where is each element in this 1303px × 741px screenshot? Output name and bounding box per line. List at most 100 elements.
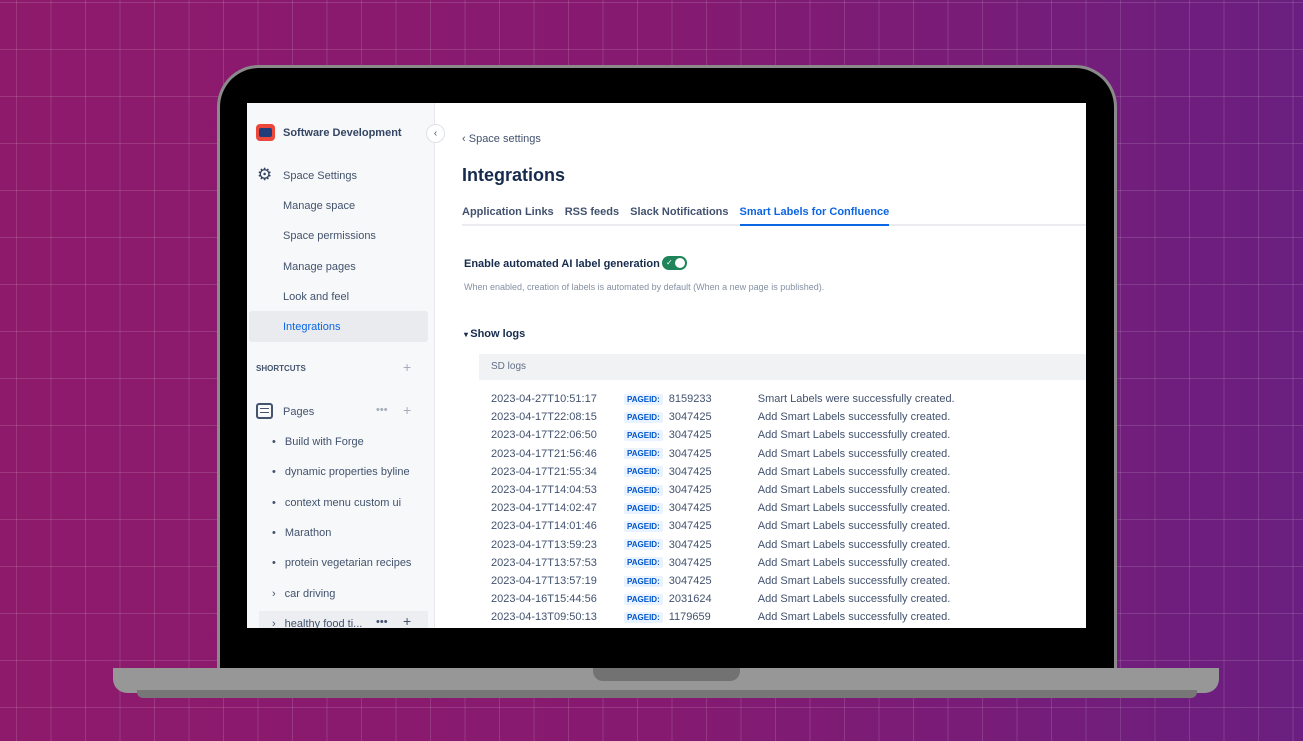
collapse-sidebar-button[interactable]: ‹ (426, 124, 445, 143)
log-row: 2023-04-17T22:06:50 PAGEID: 3047425 Add Sma… (491, 426, 950, 444)
page-tree-item[interactable]: • Marathon (272, 527, 331, 539)
space-settings-link[interactable]: Space Settings (283, 170, 357, 182)
log-message: Add Smart Labels successfully created. (757, 411, 951, 424)
page-tree-item[interactable]: • context menu custom ui (272, 497, 401, 509)
pages-link[interactable]: Pages (283, 406, 314, 418)
log-page-id: 3047425 (668, 484, 712, 496)
pageid-badge: PAGEID: (624, 593, 663, 605)
log-message: Smart Labels were successfully created. (757, 393, 955, 405)
log-timestamp: 2023-04-17T21:55:34 (491, 465, 597, 478)
breadcrumb-label: Space settings (468, 133, 541, 145)
log-message: Add Smart Labels successfully created. (757, 465, 951, 478)
sidebar-item-manage-pages[interactable]: Manage pages (283, 261, 356, 273)
log-message: Add Smart Labels successfully created. (757, 538, 951, 551)
screen: Software Development ⚙ Space Settings Ma… (247, 103, 1086, 628)
log-row: 2023-04-27T10:51:17 PAGEID: 8159233 Smart L… (491, 390, 955, 408)
tab-smart-labels[interactable]: Smart Labels for Confluence (739, 206, 890, 226)
page-tree-item[interactable]: • Build with Forge (272, 436, 364, 448)
log-timestamp: 2023-04-17T13:59:23 (491, 538, 597, 551)
laptop-notch (593, 668, 740, 681)
ai-label-toggle[interactable]: ✓ (662, 256, 687, 270)
bullet-icon: • (272, 496, 276, 509)
page-more-button[interactable]: ••• (376, 616, 388, 628)
log-timestamp: 2023-04-17T13:57:53 (491, 556, 597, 569)
pageid-badge: PAGEID: (624, 448, 663, 460)
tab-rss-feeds[interactable]: RSS feeds (565, 206, 619, 224)
log-message: Add Smart Labels successfully created. (757, 520, 951, 533)
pageid-badge: PAGEID: (624, 611, 663, 623)
log-timestamp: 2023-04-13T09:50:13 (491, 611, 597, 624)
log-message: Add Smart Labels successfully created. (757, 593, 951, 606)
log-timestamp: 2023-04-27T10:51:17 (491, 393, 597, 405)
pageid-badge: PAGEID: (624, 502, 663, 514)
chevron-right-icon[interactable]: › (272, 588, 276, 600)
bullet-icon: • (272, 526, 276, 539)
page-title-label: dynamic properties byline (284, 466, 410, 479)
log-timestamp: 2023-04-17T14:01:46 (491, 520, 597, 533)
log-page-id: 1179659 (668, 611, 711, 624)
log-page-id: 3047425 (668, 465, 712, 478)
log-row: 2023-04-16T15:44:56 PAGEID: 2031624 Add Sma… (491, 590, 950, 608)
laptop-base-shadow (137, 690, 1197, 698)
show-logs-toggle[interactable]: ▾ Show logs (464, 328, 525, 340)
page-title-label: protein vegetarian recipes (284, 557, 412, 570)
log-page-id: 3047425 (668, 447, 712, 460)
sidebar-item-manage-space[interactable]: Manage space (283, 200, 355, 212)
show-logs-label: Show logs (470, 328, 526, 340)
pageid-badge: PAGEID: (624, 466, 663, 478)
pageid-badge: PAGEID: (624, 539, 663, 551)
log-page-id: 3047425 (668, 556, 712, 569)
log-timestamp: 2023-04-17T14:04:53 (491, 484, 597, 496)
sidebar: Software Development ⚙ Space Settings Ma… (247, 103, 435, 628)
log-row: 2023-04-17T21:55:34 PAGEID: 3047425 Add Sma… (491, 463, 950, 481)
tabs: Application Links RSS feeds Slack Notifi… (462, 206, 1086, 226)
space-logo-icon (256, 124, 275, 141)
page-title-label: car driving (284, 587, 336, 600)
space-name[interactable]: Software Development (283, 127, 402, 139)
toggle-label: Enable automated AI label generation (464, 258, 660, 270)
page-tree-item[interactable]: › healthy food ti... (272, 618, 362, 628)
log-timestamp: 2023-04-17T14:02:47 (491, 502, 597, 515)
logs-header: SD logs (479, 354, 1086, 380)
bullet-icon: • (272, 557, 276, 570)
log-message: Add Smart Labels successfully created. (757, 611, 951, 624)
sidebar-item-space-permissions[interactable]: Space permissions (283, 230, 376, 242)
log-row: 2023-04-17T13:59:23 PAGEID: 3047425 Add Sma… (491, 536, 950, 554)
log-page-id: 3047425 (668, 520, 712, 533)
page-tree-item[interactable]: › car driving (272, 588, 335, 600)
pages-more-button[interactable]: ••• (376, 404, 388, 416)
log-page-id: 3047425 (668, 502, 712, 515)
log-row: 2023-04-17T14:02:47 PAGEID: 3047425 Add Sma… (491, 499, 950, 517)
page-add-child-button[interactable]: + (403, 613, 411, 628)
bullet-icon: • (272, 466, 276, 479)
sidebar-item-look-and-feel[interactable]: Look and feel (283, 291, 349, 303)
gear-icon: ⚙ (257, 165, 273, 184)
tab-slack-notifications[interactable]: Slack Notifications (630, 206, 728, 224)
main-content: ‹ Space settings Integrations Applicatio… (462, 103, 1086, 628)
breadcrumb[interactable]: ‹ Space settings (462, 133, 541, 145)
page-title-label: Marathon (284, 526, 332, 539)
page-title-label: context menu custom ui (284, 496, 402, 509)
log-message: Add Smart Labels successfully created. (757, 556, 951, 569)
tab-application-links[interactable]: Application Links (462, 206, 554, 224)
log-timestamp: 2023-04-16T15:44:56 (491, 593, 597, 606)
check-icon: ✓ (666, 258, 673, 267)
page-tree-item[interactable]: • protein vegetarian recipes (272, 557, 411, 569)
chevron-right-icon[interactable]: › (272, 618, 276, 628)
log-timestamp: 2023-04-17T13:57:19 (491, 575, 597, 587)
log-page-id: 2031624 (668, 593, 712, 606)
add-shortcut-button[interactable]: + (403, 359, 411, 375)
add-page-button[interactable]: + (403, 402, 411, 418)
pageid-badge: PAGEID: (624, 393, 663, 405)
page-tree-item[interactable]: • dynamic properties byline (272, 466, 410, 478)
log-row: 2023-04-17T14:01:46 PAGEID: 3047425 Add Sma… (491, 517, 950, 535)
page-title-label: Build with Forge (284, 436, 364, 448)
log-page-id: 3047425 (668, 411, 712, 424)
log-row: 2023-04-17T13:57:53 PAGEID: 3047425 Add Sma… (491, 554, 950, 572)
log-page-id: 8159233 (668, 393, 712, 405)
log-message: Add Smart Labels successfully created. (757, 447, 951, 460)
pageid-badge: PAGEID: (624, 429, 663, 441)
log-message: Add Smart Labels successfully created. (757, 429, 951, 442)
sidebar-item-integrations[interactable]: Integrations (283, 321, 340, 333)
log-message: Add Smart Labels successfully created. (757, 484, 951, 496)
